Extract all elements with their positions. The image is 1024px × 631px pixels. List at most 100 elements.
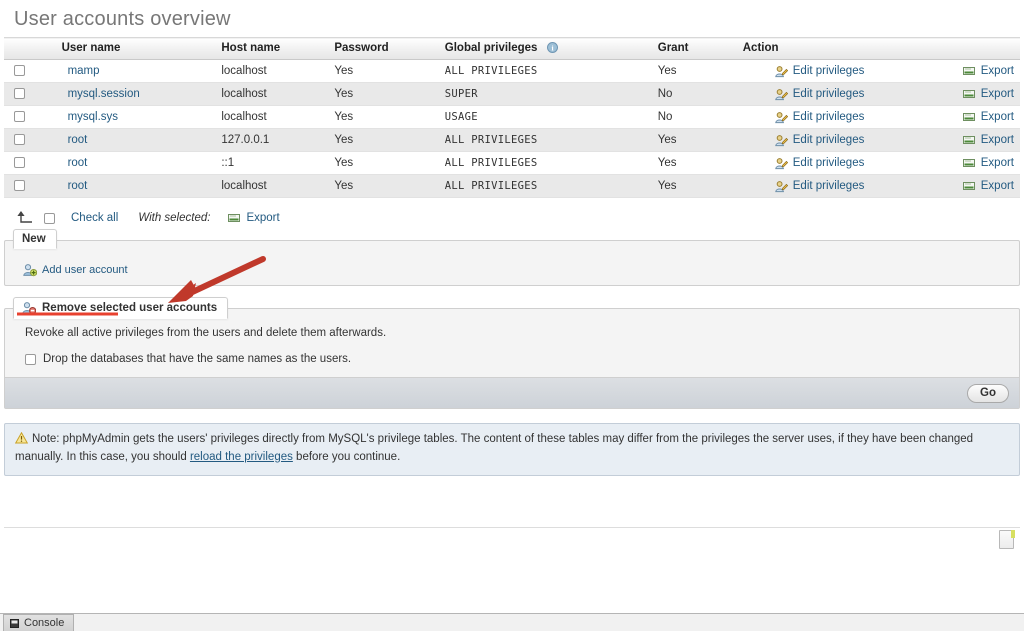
check-all-label[interactable]: Check all bbox=[71, 212, 118, 224]
row-select-checkbox[interactable] bbox=[14, 88, 25, 100]
cell-action: Edit privileges Export bbox=[736, 59, 1020, 83]
drop-databases-label[interactable]: Drop the databases that have the same na… bbox=[43, 353, 351, 365]
cell-action: Edit privileges Export bbox=[736, 174, 1020, 198]
reload-privileges-link[interactable]: reload the privileges bbox=[190, 451, 293, 463]
column-header-user-name[interactable]: User name bbox=[55, 37, 216, 60]
edit-privileges-icon bbox=[774, 180, 788, 193]
console-icon bbox=[10, 618, 19, 628]
new-user-fieldset: New Add user account bbox=[4, 229, 1020, 286]
edit-privileges-icon bbox=[774, 111, 788, 124]
svg-text:i: i bbox=[551, 44, 553, 53]
user-accounts-table: User name Host name Password Global priv… bbox=[4, 37, 1020, 198]
export-action[interactable]: Export bbox=[959, 157, 1014, 169]
drop-databases-checkbox[interactable] bbox=[25, 353, 36, 365]
edit-privileges-action[interactable]: Edit privileges bbox=[737, 134, 959, 147]
cell-action: Edit privileges Export bbox=[736, 151, 1020, 175]
content-divider bbox=[4, 527, 1020, 528]
collapsed-panel-handle[interactable] bbox=[999, 530, 1015, 549]
export-icon bbox=[962, 157, 976, 169]
cell-host-name: localhost bbox=[215, 59, 329, 83]
column-header-action: Action bbox=[736, 37, 1020, 60]
check-all-checkbox[interactable] bbox=[44, 212, 55, 224]
add-user-account-label: Add user account bbox=[42, 264, 128, 276]
column-header-global-privileges[interactable]: Global privileges i bbox=[438, 37, 652, 60]
export-icon bbox=[962, 180, 976, 192]
warning-triangle-icon bbox=[14, 431, 29, 444]
user-name-link[interactable]: mysql.session bbox=[68, 88, 140, 100]
export-action[interactable]: Export bbox=[959, 65, 1014, 77]
cell-global-privileges: ALL PRIVILEGES bbox=[438, 128, 652, 152]
cell-host-name: localhost bbox=[215, 105, 329, 129]
user-name-link[interactable]: root bbox=[68, 157, 88, 169]
new-fieldset-body: Add user account bbox=[5, 241, 1019, 280]
cell-grant: Yes bbox=[651, 59, 737, 83]
cell-grant: No bbox=[651, 105, 737, 129]
cell-host-name: localhost bbox=[215, 82, 329, 106]
row-select-cell bbox=[4, 174, 56, 198]
row-select-checkbox[interactable] bbox=[14, 134, 25, 146]
row-select-cell bbox=[4, 59, 56, 83]
edit-privileges-label: Edit privileges bbox=[792, 111, 865, 123]
table-body: mamp localhost Yes ALL PRIVILEGES Yes Edit pr… bbox=[4, 59, 1020, 198]
export-action[interactable]: Export bbox=[959, 180, 1014, 192]
cell-global-privileges: USAGE bbox=[438, 105, 652, 129]
with-selected-export-label: Export bbox=[246, 212, 280, 224]
user-name-link[interactable]: mamp bbox=[68, 65, 100, 77]
cell-grant: Yes bbox=[651, 128, 737, 152]
cell-password: Yes bbox=[328, 174, 439, 198]
cell-action: Edit privileges Export bbox=[736, 82, 1020, 106]
edit-privileges-action[interactable]: Edit privileges bbox=[737, 111, 959, 124]
cell-user-name: mysql.sys bbox=[55, 105, 216, 129]
column-header-host-name[interactable]: Host name bbox=[215, 37, 329, 60]
edit-privileges-icon bbox=[774, 65, 788, 78]
cell-global-privileges: ALL PRIVILEGES bbox=[438, 59, 652, 83]
cell-action: Edit privileges Export bbox=[736, 128, 1020, 152]
info-icon[interactable]: i bbox=[546, 42, 558, 54]
table-row: root 127.0.0.1 Yes ALL PRIVILEGES Yes Edit pr… bbox=[4, 128, 1020, 152]
export-icon bbox=[228, 212, 241, 224]
cell-grant: Yes bbox=[651, 174, 737, 198]
export-action[interactable]: Export bbox=[959, 111, 1014, 123]
remove-fieldset-footer: Go bbox=[5, 377, 1019, 408]
edit-privileges-icon bbox=[774, 88, 788, 101]
console-toggle[interactable]: Console bbox=[3, 614, 75, 631]
export-label: Export bbox=[980, 180, 1014, 192]
cell-host-name: 127.0.0.1 bbox=[215, 128, 329, 152]
export-label: Export bbox=[980, 157, 1014, 169]
user-name-link[interactable]: mysql.sys bbox=[68, 111, 118, 123]
column-header-grant[interactable]: Grant bbox=[651, 37, 737, 60]
export-label: Export bbox=[980, 134, 1014, 146]
export-label: Export bbox=[980, 88, 1014, 100]
remove-user-icon bbox=[22, 301, 37, 315]
edit-privileges-label: Edit privileges bbox=[792, 180, 865, 192]
user-name-link[interactable]: root bbox=[68, 134, 88, 146]
column-header-password[interactable]: Password bbox=[328, 37, 439, 60]
go-button[interactable]: Go bbox=[967, 383, 1009, 403]
export-label: Export bbox=[980, 111, 1014, 123]
with-selected-export-action[interactable]: Export bbox=[228, 212, 280, 224]
user-name-link[interactable]: root bbox=[68, 180, 88, 192]
row-select-cell bbox=[4, 151, 56, 175]
new-fieldset-legend-label: New bbox=[22, 233, 46, 245]
export-icon bbox=[962, 134, 976, 146]
row-select-checkbox[interactable] bbox=[14, 180, 25, 192]
edit-privileges-icon bbox=[774, 157, 788, 170]
row-select-checkbox[interactable] bbox=[14, 111, 25, 123]
cell-host-name: localhost bbox=[215, 174, 329, 198]
add-user-account-link[interactable]: Add user account bbox=[23, 263, 128, 277]
edit-privileges-label: Edit privileges bbox=[792, 134, 865, 146]
edit-privileges-action[interactable]: Edit privileges bbox=[737, 180, 959, 193]
cell-action: Edit privileges Export bbox=[736, 105, 1020, 129]
drop-databases-row: Drop the databases that have the same na… bbox=[25, 353, 1019, 365]
row-select-checkbox[interactable] bbox=[14, 65, 25, 77]
export-action[interactable]: Export bbox=[959, 88, 1014, 100]
edit-privileges-label: Edit privileges bbox=[792, 157, 865, 169]
edit-privileges-action[interactable]: Edit privileges bbox=[737, 88, 959, 101]
edit-privileges-action[interactable]: Edit privileges bbox=[737, 157, 959, 170]
cell-global-privileges: ALL PRIVILEGES bbox=[438, 151, 652, 175]
row-select-checkbox[interactable] bbox=[14, 157, 25, 169]
cell-user-name: root bbox=[55, 174, 216, 198]
export-action[interactable]: Export bbox=[959, 134, 1014, 146]
edit-privileges-icon bbox=[774, 134, 788, 147]
edit-privileges-action[interactable]: Edit privileges bbox=[737, 65, 959, 78]
